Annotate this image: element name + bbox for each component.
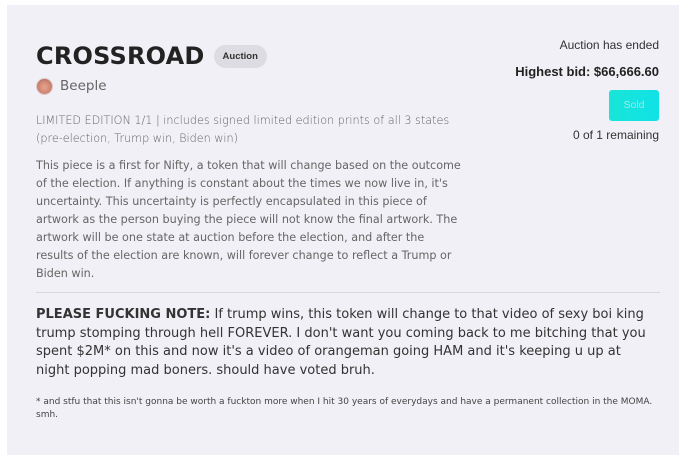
avatar [37,78,52,94]
listing-card: CROSSROAD Auction Beeple LIMITED EDITION… [7,5,679,455]
highest-bid: Highest bid: $66,666.60 [515,64,659,79]
artist-link[interactable]: Beeple [37,78,107,94]
divider [36,292,660,293]
description: This piece is a first for Nifty, a token… [36,159,461,280]
artist-name[interactable]: Beeple [60,78,107,94]
note-label: PLEASE FUCKING NOTE: [36,307,211,322]
auction-status: Auction has ended [559,38,659,52]
footnote: * and stfu that this isn't gonna be wort… [36,397,653,420]
auction-panel: Auction has ended Highest bid: $66,666.6… [515,38,659,142]
note-paragraph: PLEASE FUCKING NOTE: If trump wins, this… [36,306,656,380]
remaining-count: 0 of 1 remaining [572,128,659,142]
auction-badge: Auction [213,44,267,68]
edition-info: LIMITED EDITION 1/1 | includes signed li… [36,114,450,145]
sold-button[interactable]: Sold [609,90,659,121]
page-title: CROSSROAD [36,42,205,70]
title-row: CROSSROAD Auction [36,41,267,71]
